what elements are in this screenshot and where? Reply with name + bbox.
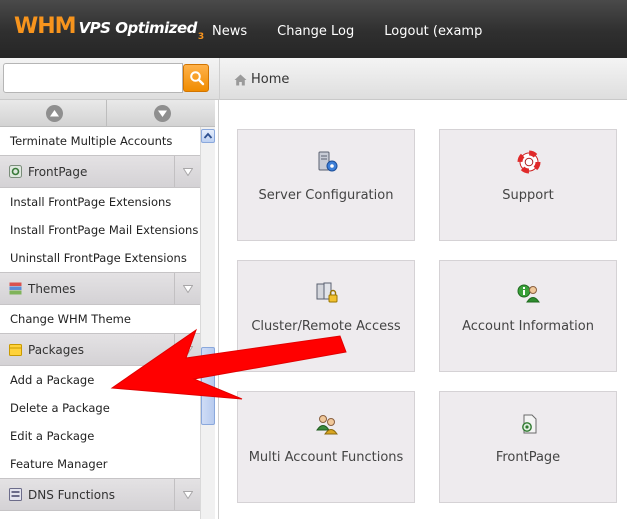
multi-users-icon [316,415,338,435]
chevron-down-icon [183,168,193,176]
chevron-down-icon [183,285,193,293]
themes-icon [9,282,22,295]
server-config-icon [318,151,338,172]
sidebar-scroll-controls [0,100,215,127]
tile-label: Multi Account Functions [248,450,404,465]
frontpage-icon [9,165,22,178]
tile-label: Server Configuration [258,188,394,203]
breadcrumb: Home [234,72,289,87]
search-input[interactable] [3,63,183,93]
sidebar: Terminate Multiple Accounts FrontPage In… [0,100,219,519]
arrow-down-icon [158,110,167,117]
account-info-icon [517,284,540,303]
sidebar-item-edit-a-package[interactable]: Edit a Package [0,422,200,450]
scrollbar-up-button[interactable] [201,129,215,143]
sidebar-item-change-whm-theme[interactable]: Change WHM Theme [0,305,200,333]
cluster-lock-icon [316,282,338,303]
logo-whm-text: WHM [14,14,77,39]
search-button[interactable] [183,64,209,92]
tile-label: Cluster/Remote Access [251,319,401,334]
dns-icon [9,488,22,501]
sidebar-category-packages[interactable]: Packages [0,333,200,366]
nav-news-link[interactable]: News [212,24,247,39]
tile-server-configuration[interactable]: Server Configuration [237,129,415,241]
logo-edition-text: VPS Optimized [78,19,198,37]
tile-label: Account Information [462,319,594,334]
sidebar-category-label: Themes [28,281,76,296]
home-icon [234,74,247,85]
sidebar-item-install-frontpage-extensions[interactable]: Install FrontPage Extensions [0,188,200,216]
arrow-up-icon [50,110,59,117]
sidebar-scrollbar[interactable] [200,127,215,519]
frontpage-icon [522,414,537,434]
category-collapse-toggle[interactable] [174,156,200,187]
tile-support[interactable]: Support [439,129,617,241]
sidebar-item-delete-a-package[interactable]: Delete a Package [0,394,200,422]
sidebar-category-label: DNS Functions [28,487,115,502]
category-collapse-toggle[interactable] [174,334,200,365]
chevron-down-icon [183,346,193,354]
whm-logo[interactable]: WHM VPS Optimized 3 [14,14,204,46]
sidebar-item-feature-manager[interactable]: Feature Manager [0,450,200,478]
lifebuoy-icon [517,150,541,174]
tile-multi-account-functions[interactable]: Multi Account Functions [237,391,415,503]
sidebar-category-themes[interactable]: Themes [0,272,200,305]
logo-version-text: 3 [197,32,205,42]
sidebar-menu: Terminate Multiple Accounts FrontPage In… [0,127,200,511]
tile-label: FrontPage [495,450,561,465]
chevron-down-icon [183,491,193,499]
sidebar-category-label: FrontPage [28,164,88,179]
category-collapse-toggle[interactable] [174,273,200,304]
tile-cluster-remote-access[interactable]: Cluster/Remote Access [237,260,415,372]
search-icon [190,71,205,86]
search-divider [219,58,220,100]
top-navigation-bar: WHM VPS Optimized 3 News Change Log Logo… [0,0,627,58]
search-bar-row: Home [0,58,627,100]
sidebar-scroll-up-button[interactable] [0,100,107,127]
package-icon [9,344,22,356]
sidebar-scroll-down-button[interactable] [108,100,215,127]
sidebar-item-add-a-package[interactable]: Add a Package [0,366,200,394]
sidebar-item-terminate-multiple-accounts[interactable]: Terminate Multiple Accounts [0,127,200,155]
top-nav-links: News Change Log Logout (examp [212,24,512,39]
category-collapse-toggle[interactable] [174,479,200,510]
sidebar-category-frontpage[interactable]: FrontPage [0,155,200,188]
sidebar-item-install-frontpage-mail-extensions[interactable]: Install FrontPage Mail Extensions [0,216,200,244]
nav-changelog-link[interactable]: Change Log [277,24,354,39]
scrollbar-thumb[interactable] [201,347,215,425]
scroll-up-arrow-icon [203,132,213,139]
sidebar-category-dns-functions[interactable]: DNS Functions [0,478,200,511]
tile-frontpage[interactable]: FrontPage [439,391,617,503]
nav-logout-link[interactable]: Logout (examp [384,24,482,39]
sidebar-item-uninstall-frontpage-extensions[interactable]: Uninstall FrontPage Extensions [0,244,200,272]
breadcrumb-home-link[interactable]: Home [251,72,289,87]
main-content: Server Configuration Support Cluster/Rem… [220,101,627,519]
sidebar-category-label: Packages [28,342,84,357]
tile-account-information[interactable]: Account Information [439,260,617,372]
tile-label: Support [502,188,554,203]
